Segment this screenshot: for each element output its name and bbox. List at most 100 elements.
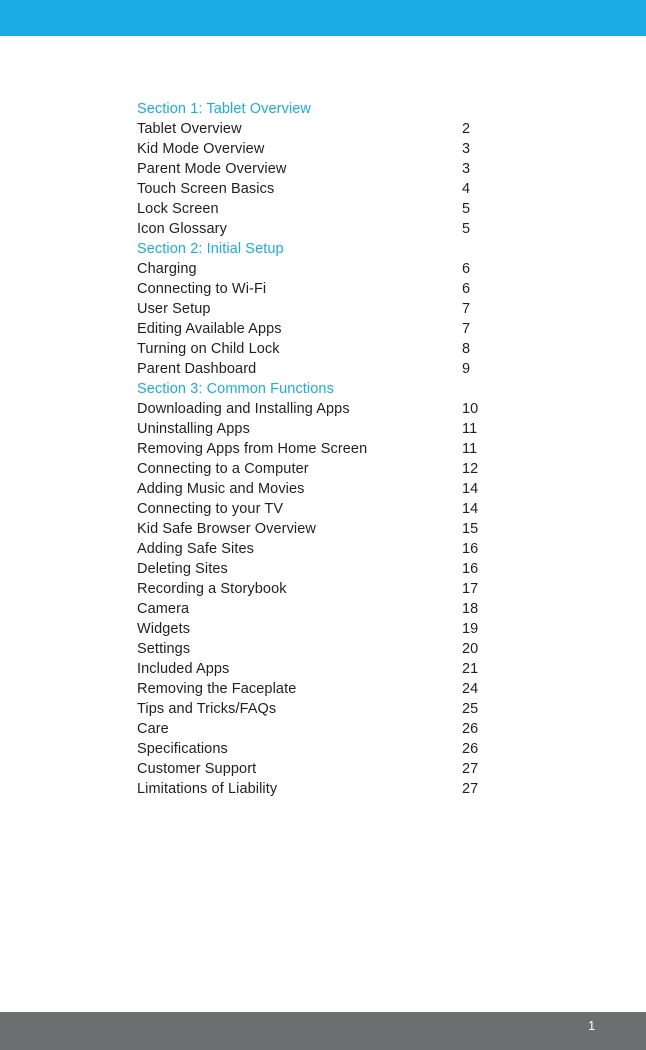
toc-entry[interactable]: Turning on Child Lock 8 bbox=[137, 339, 557, 359]
toc-entry[interactable]: Charging 6 bbox=[137, 259, 557, 279]
toc-entry-page-number: 10 bbox=[462, 401, 479, 417]
toc-section-label: Section 2: Initial Setup bbox=[137, 241, 284, 257]
toc-entry-label: Connecting to your TV bbox=[137, 501, 284, 517]
toc-entry[interactable]: Lock Screen 5 bbox=[137, 199, 557, 219]
toc-entry-label: Limitations of Liability bbox=[137, 781, 278, 797]
toc-entry-page-number: 19 bbox=[462, 621, 479, 637]
toc-entry[interactable]: Uninstalling Apps 11 bbox=[137, 419, 557, 439]
toc-entry[interactable]: Adding Safe Sites 16 bbox=[137, 539, 557, 559]
toc-entry[interactable]: Settings 20 bbox=[137, 639, 557, 659]
toc-entry-page-number: 11 bbox=[462, 421, 478, 437]
toc-entry-label: User Setup bbox=[137, 301, 211, 317]
toc-section-label: Section 1: Tablet Overview bbox=[137, 101, 312, 117]
toc-entry-page-number: 8 bbox=[462, 341, 471, 357]
toc-section-heading: Section 2: Initial Setup bbox=[137, 239, 557, 259]
toc-entry-label: Kid Mode Overview bbox=[137, 141, 265, 157]
toc-entry-label: Specifications bbox=[137, 741, 228, 757]
toc-entry[interactable]: Camera 18 bbox=[137, 599, 557, 619]
toc-entry-page-number: 3 bbox=[462, 141, 471, 157]
toc-section-heading: Section 3: Common Functions bbox=[137, 379, 557, 399]
toc-entry[interactable]: Connecting to Wi-Fi 6 bbox=[137, 279, 557, 299]
toc-entry-page-number: 27 bbox=[462, 781, 479, 797]
toc-entry[interactable]: Care 26 bbox=[137, 719, 557, 739]
toc-entry[interactable]: Editing Available Apps 7 bbox=[137, 319, 557, 339]
toc-entry-page-number: 7 bbox=[462, 321, 471, 337]
toc-entry[interactable]: User Setup 7 bbox=[137, 299, 557, 319]
toc-entry-label: Included Apps bbox=[137, 661, 230, 677]
toc-entry-label: Charging bbox=[137, 261, 197, 277]
toc-entry[interactable]: Kid Safe Browser Overview 15 bbox=[137, 519, 557, 539]
toc-entry-page-number: 16 bbox=[462, 561, 479, 577]
toc-entry[interactable]: Connecting to a Computer 12 bbox=[137, 459, 557, 479]
toc-section-heading: Section 1: Tablet Overview bbox=[137, 99, 557, 119]
toc-entry[interactable]: Included Apps 21 bbox=[137, 659, 557, 679]
toc-entry-label: Care bbox=[137, 721, 169, 737]
toc-entry-label: Parent Dashboard bbox=[137, 361, 257, 377]
toc-entry-label: Recording a Storybook bbox=[137, 581, 287, 597]
footer-bar: 1 bbox=[0, 1012, 646, 1050]
toc-entry-label: Customer Support bbox=[137, 761, 257, 777]
toc-entry-page-number: 5 bbox=[462, 201, 471, 217]
toc-entry[interactable]: Parent Mode Overview 3 bbox=[137, 159, 557, 179]
toc-entry-page-number: 20 bbox=[462, 641, 479, 657]
toc-entry-label: Kid Safe Browser Overview bbox=[137, 521, 316, 537]
toc-entry[interactable]: Touch Screen Basics 4 bbox=[137, 179, 557, 199]
toc-entry-label: Tips and Tricks/FAQs bbox=[137, 701, 277, 717]
toc-entry[interactable]: Downloading and Installing Apps 10 bbox=[137, 399, 557, 419]
toc-section-label: Section 3: Common Functions bbox=[137, 381, 334, 397]
toc-entry-label: Touch Screen Basics bbox=[137, 181, 275, 197]
toc-entry-page-number: 6 bbox=[462, 281, 471, 297]
toc-entry-label: Icon Glossary bbox=[137, 221, 227, 237]
footer-page-number: 1 bbox=[588, 1018, 596, 1033]
toc-entry[interactable]: Kid Mode Overview 3 bbox=[137, 139, 557, 159]
toc-entry[interactable]: Widgets 19 bbox=[137, 619, 557, 639]
toc-entry-label: Lock Screen bbox=[137, 201, 219, 217]
toc-entry-label: Uninstalling Apps bbox=[137, 421, 250, 437]
toc-entry[interactable]: Customer Support 27 bbox=[137, 759, 557, 779]
toc-entry[interactable]: Parent Dashboard 9 bbox=[137, 359, 557, 379]
toc-entry[interactable]: Tips and Tricks/FAQs 25 bbox=[137, 699, 557, 719]
toc-entry-page-number: 26 bbox=[462, 721, 479, 737]
toc-entry[interactable]: Removing Apps from Home Screen 11 bbox=[137, 439, 557, 459]
toc-entry-label: Downloading and Installing Apps bbox=[137, 401, 350, 417]
toc-entry[interactable]: Icon Glossary 5 bbox=[137, 219, 557, 239]
toc-entry-page-number: 9 bbox=[462, 361, 471, 377]
toc-entry-page-number: 18 bbox=[462, 601, 479, 617]
toc-entry-label: Connecting to a Computer bbox=[137, 461, 309, 477]
toc-entry-label: Connecting to Wi-Fi bbox=[137, 281, 267, 297]
toc-entry-page-number: 14 bbox=[462, 501, 479, 517]
toc-entry-page-number: 16 bbox=[462, 541, 479, 557]
toc-entry-page-number: 7 bbox=[462, 301, 471, 317]
toc-entry-label: Removing Apps from Home Screen bbox=[137, 441, 368, 457]
toc-entry-label: Widgets bbox=[137, 621, 191, 637]
toc-entry-page-number: 26 bbox=[462, 741, 479, 757]
toc-entry-page-number: 3 bbox=[462, 161, 471, 177]
toc-entry-page-number: 15 bbox=[462, 521, 479, 537]
toc-entry-page-number: 6 bbox=[462, 261, 471, 277]
toc-entry-page-number: 14 bbox=[462, 481, 479, 497]
toc-entry[interactable]: Connecting to your TV 14 bbox=[137, 499, 557, 519]
toc-entry[interactable]: Removing the Faceplate 24 bbox=[137, 679, 557, 699]
header-accent-bar bbox=[0, 0, 646, 36]
table-of-contents: Section 1: Tablet Overview Tablet Overvie… bbox=[137, 99, 557, 799]
toc-entry-page-number: 25 bbox=[462, 701, 479, 717]
toc-entry-page-number: 4 bbox=[462, 181, 471, 197]
toc-entry[interactable]: Specifications 26 bbox=[137, 739, 557, 759]
toc-entry-page-number: 27 bbox=[462, 761, 479, 777]
toc-entry-label: Adding Safe Sites bbox=[137, 541, 254, 557]
toc-entry-label: Camera bbox=[137, 601, 190, 617]
toc-entry-page-number: 17 bbox=[462, 581, 479, 597]
toc-entry-label: Tablet Overview bbox=[137, 121, 242, 137]
toc-entry-page-number: 24 bbox=[462, 681, 479, 697]
toc-entry[interactable]: Recording a Storybook 17 bbox=[137, 579, 557, 599]
toc-entry[interactable]: Limitations of Liability 27 bbox=[137, 779, 557, 799]
toc-entry-page-number: 12 bbox=[462, 461, 479, 477]
toc-entry[interactable]: Tablet Overview 2 bbox=[137, 119, 557, 139]
toc-entry[interactable]: Adding Music and Movies 14 bbox=[137, 479, 557, 499]
toc-entry-label: Adding Music and Movies bbox=[137, 481, 305, 497]
toc-entry-page-number: 11 bbox=[462, 441, 478, 457]
toc-entry-label: Removing the Faceplate bbox=[137, 681, 297, 697]
toc-entry-page-number: 5 bbox=[462, 221, 471, 237]
toc-entry[interactable]: Deleting Sites 16 bbox=[137, 559, 557, 579]
toc-entry-page-number: 2 bbox=[462, 121, 471, 137]
